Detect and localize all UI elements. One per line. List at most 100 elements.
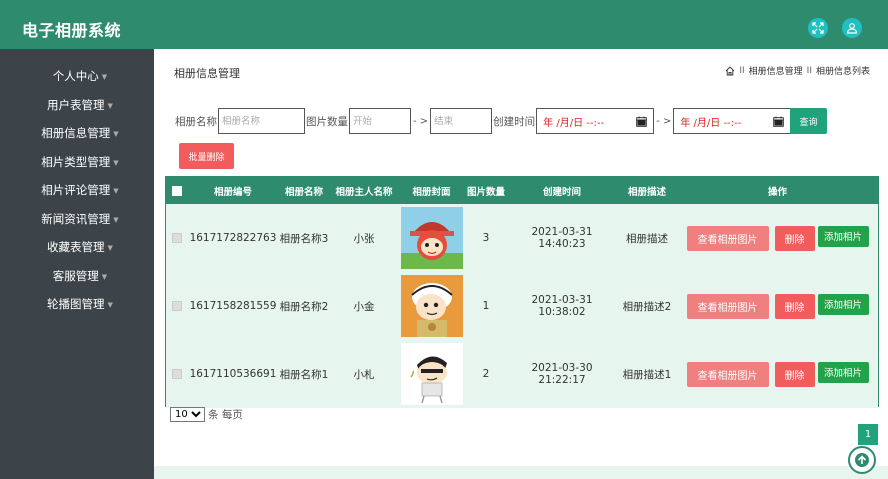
user-icon <box>846 23 858 34</box>
sidebar-item-photo-types[interactable]: 相片类型管理 ▼ <box>0 148 154 177</box>
sidebar-item-carousel[interactable]: 轮播图管理 ▼ <box>0 290 154 319</box>
description-cell: 相册描述1 <box>622 368 672 381</box>
table-row: 1617110536691 相册名称1 小札 2 2021-03-30 21:2… <box>166 340 878 408</box>
breadcrumb-separator: II <box>806 65 812 76</box>
top-bar: 电子相册系统 <box>0 0 888 49</box>
footer-strip <box>154 466 888 479</box>
table-row: 1617172822763 相册名称3 小张 3 2021-03-31 14:4… <box>166 204 878 272</box>
caret-down-icon: ▼ <box>107 244 113 253</box>
description-cell: 相册描述2 <box>622 300 672 313</box>
delete-button[interactable]: 删除 <box>774 293 815 319</box>
breadcrumb: II 相册信息管理 II 相册信息列表 <box>725 64 870 77</box>
arrow-up-icon <box>855 453 869 467</box>
select-all-cell <box>166 177 188 204</box>
sidebar-item-label: 相片类型管理 <box>41 154 111 169</box>
album-name-cell: 相册名称3 <box>279 232 329 245</box>
photo-count-cell: 2 <box>482 368 490 380</box>
caret-down-icon: ▼ <box>113 215 119 224</box>
range-arrow: - > <box>656 115 672 127</box>
user-button[interactable] <box>842 18 862 38</box>
album-id-cell: 1617172822763 <box>189 232 277 244</box>
sidebar-item-users[interactable]: 用户表管理 ▼ <box>0 91 154 120</box>
column-header: 相册编号 <box>213 186 252 198</box>
sidebar-item-photo-comments[interactable]: 相片评论管理 ▼ <box>0 176 154 205</box>
end-date-input[interactable]: 年 /月/日 --:-- <box>673 108 792 134</box>
album-id-cell: 1617110536691 <box>189 368 277 380</box>
actions-cell: 查看相册图片 删除 添加相片 <box>677 340 878 408</box>
caret-down-icon: ▼ <box>113 187 119 196</box>
date-value: 年 /月/日 --:-- <box>543 117 605 129</box>
album-cover-image[interactable] <box>400 275 463 337</box>
album-name-cell: 相册名称2 <box>279 300 329 313</box>
main-panel: 相册信息管理 II 相册信息管理 II 相册信息列表 相册名称 图片数量 - >… <box>154 49 888 466</box>
sidebar-item-favorites[interactable]: 收藏表管理 ▼ <box>0 233 154 262</box>
sidebar-item-label: 收藏表管理 <box>47 240 105 255</box>
table-header: 相册编号 相册名称 相册主人名称 相册封面 图片数量 创建时间 相册描述 操作 <box>166 177 878 204</box>
row-checkbox[interactable] <box>172 369 182 379</box>
add-photo-button[interactable]: 添加相片 <box>817 293 869 315</box>
create-time-cell: 2021-03-30 21:22:17 <box>531 362 593 386</box>
owner-cell: 小金 <box>353 300 375 313</box>
view-photos-button[interactable]: 查看相册图片 <box>686 361 769 387</box>
column-header: 相册描述 <box>627 186 666 198</box>
sidebar-item-customer-service[interactable]: 客服管理 ▼ <box>0 262 154 291</box>
calendar-icon[interactable] <box>636 116 647 127</box>
sidebar-item-news[interactable]: 新闻资讯管理 ▼ <box>0 205 154 234</box>
calendar-icon[interactable] <box>773 116 785 127</box>
sidebar-item-albums[interactable]: 相册信息管理 ▼ <box>0 119 154 148</box>
album-cover-image[interactable] <box>400 207 463 269</box>
caret-down-icon: ▼ <box>113 130 119 139</box>
add-photo-button[interactable]: 添加相片 <box>817 361 869 383</box>
caret-down-icon: ▼ <box>101 272 108 281</box>
photo-count-cell: 1 <box>482 300 490 312</box>
sidebar-item-label: 轮播图管理 <box>47 297 105 312</box>
actions-cell: 查看相册图片 删除 添加相片 <box>677 204 878 272</box>
photo-count-cell: 3 <box>482 232 490 244</box>
fullscreen-button[interactable] <box>808 18 828 38</box>
start-date-input[interactable]: 年 /月/日 --:-- <box>536 108 655 134</box>
album-name-input[interactable] <box>218 108 305 134</box>
app-title: 电子相册系统 <box>22 21 122 40</box>
back-to-top-button[interactable] <box>848 446 876 474</box>
cover-cell <box>398 340 465 408</box>
album-id-cell: 1617158281559 <box>189 300 277 312</box>
query-button[interactable]: 查询 <box>790 108 827 134</box>
row-checkbox[interactable] <box>172 233 182 243</box>
view-photos-button[interactable]: 查看相册图片 <box>686 225 769 251</box>
sidebar-item-personal-center[interactable]: 个人中心 ▼ <box>0 62 154 91</box>
count-end-input[interactable] <box>430 108 493 134</box>
view-photos-button[interactable]: 查看相册图片 <box>686 293 769 319</box>
page-number-button[interactable]: 1 <box>858 424 878 445</box>
owner-cell: 小札 <box>353 368 375 381</box>
sidebar-item-label: 新闻资讯管理 <box>41 211 111 226</box>
album-name-label: 相册名称 <box>175 115 217 128</box>
delete-button[interactable]: 删除 <box>774 225 815 251</box>
sidebar-item-label: 个人中心 <box>52 69 99 84</box>
cover-cell <box>398 272 465 340</box>
column-header: 相册封面 <box>412 186 451 198</box>
create-time-label: 创建时间 <box>493 115 536 128</box>
caret-down-icon: ▼ <box>107 101 113 110</box>
column-header: 图片数量 <box>466 186 505 198</box>
add-photo-button[interactable]: 添加相片 <box>817 225 869 247</box>
home-icon[interactable] <box>725 65 735 76</box>
actions-cell: 查看相册图片 删除 添加相片 <box>677 272 878 340</box>
page-size-control: 10 条 每页 <box>170 407 243 422</box>
select-all-checkbox[interactable] <box>172 185 182 196</box>
album-cover-image[interactable] <box>400 343 463 405</box>
owner-cell: 小张 <box>353 232 375 245</box>
page-title: 相册信息管理 <box>174 67 240 80</box>
delete-button[interactable]: 删除 <box>774 361 815 387</box>
caret-down-icon: ▼ <box>107 301 113 310</box>
count-start-input[interactable] <box>349 108 411 134</box>
date-value: 年 /月/日 --:-- <box>680 117 742 129</box>
batch-delete-button[interactable]: 批量删除 <box>179 143 234 169</box>
row-select-cell <box>166 204 188 272</box>
expand-icon <box>812 22 824 34</box>
range-arrow: - > <box>413 115 429 127</box>
breadcrumb-item[interactable]: 相册信息管理 <box>749 64 803 77</box>
row-checkbox[interactable] <box>172 301 182 311</box>
column-header: 相册主人名称 <box>335 186 393 198</box>
breadcrumb-separator: II <box>739 65 745 76</box>
page-size-select[interactable]: 10 <box>170 407 205 422</box>
